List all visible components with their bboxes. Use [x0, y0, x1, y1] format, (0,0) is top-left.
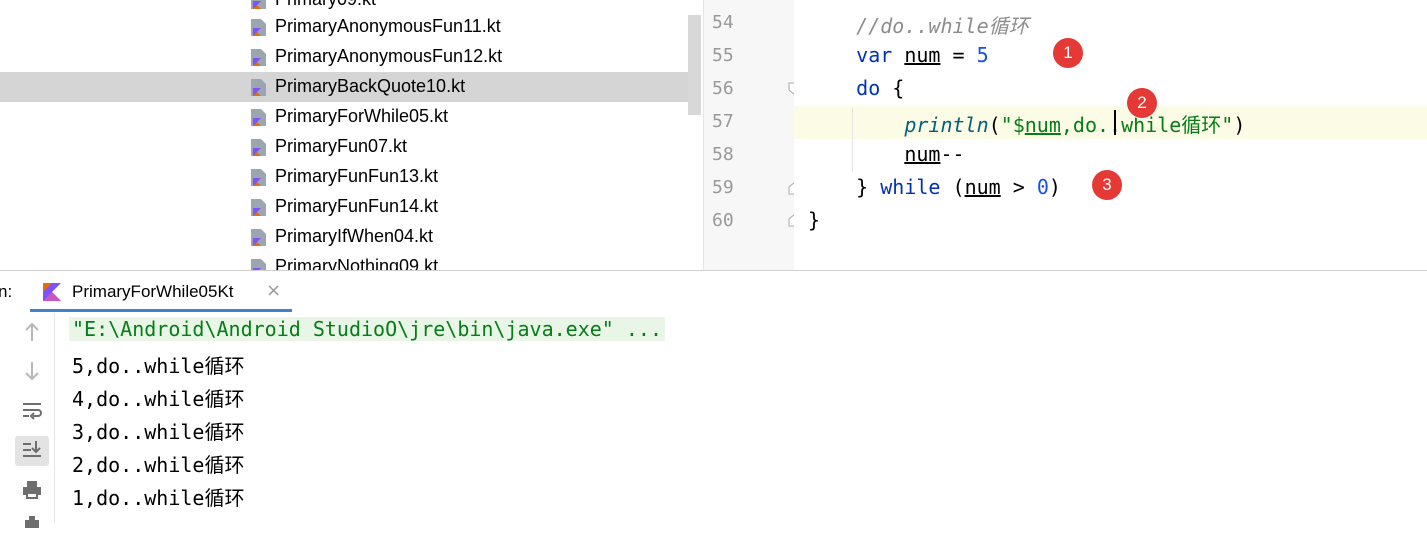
- code-line-56: do {: [808, 76, 904, 100]
- kotlin-file-icon: [251, 139, 266, 156]
- annotation-badge-3: 3: [1092, 170, 1122, 200]
- code-string-template: num: [1024, 113, 1061, 137]
- run-tab-indicator: [30, 309, 292, 312]
- tree-item-label: PrimaryBackQuote10.kt: [275, 76, 466, 96]
- code-line-58: num--: [808, 142, 965, 166]
- line-number-current: 57: [712, 111, 734, 132]
- tree-item-primaryfunfun13[interactable]: PrimaryFunFun13.kt: [0, 162, 688, 192]
- project-tree: Primary09.kt PrimaryAnonymousFun11.kt Pr…: [0, 0, 703, 270]
- tree-item-label: PrimaryFun07.kt: [275, 136, 408, 156]
- run-tab-title: PrimaryForWhile05Kt: [72, 282, 234, 301]
- line-number: 58: [712, 144, 734, 165]
- run-label: n:: [0, 282, 13, 301]
- kotlin-file-icon: [251, 169, 266, 186]
- kotlin-file-icon: [251, 199, 266, 216]
- code-comment: //do..while循环: [856, 14, 1029, 38]
- tree-item-primaryanonymousfun11[interactable]: PrimaryAnonymousFun11.kt: [0, 12, 688, 42]
- code-keyword: var: [856, 43, 893, 67]
- code-brace: {: [880, 76, 905, 100]
- annotation-badge-2: 2: [1127, 88, 1157, 118]
- run-console[interactable]: "E:\Android\Android StudioO\jre\bin\java…: [55, 313, 1427, 523]
- tree-item-label: PrimaryAnonymousFun11.kt: [275, 16, 501, 36]
- text-caret: [1114, 110, 1116, 135]
- code-operator: --: [940, 142, 965, 166]
- code-variable: num: [964, 175, 1001, 199]
- console-output-line: 5,do..while循环: [72, 354, 245, 378]
- code-variable: num: [904, 142, 941, 166]
- annotation-badge-1: 1: [1053, 38, 1083, 68]
- kotlin-file-icon: [251, 19, 266, 36]
- code-string: "$: [1000, 113, 1025, 137]
- console-output-line: 1,do..while循环: [72, 486, 245, 510]
- kotlin-file-icon: [251, 0, 266, 9]
- code-paren: ): [1048, 175, 1061, 199]
- code-operator: >: [1000, 175, 1037, 199]
- tree-item-label: PrimaryIfWhen04.kt: [275, 226, 434, 246]
- tree-scrollbar[interactable]: [688, 15, 701, 115]
- code-paren: (: [988, 113, 1001, 137]
- kotlin-file-icon: [251, 229, 266, 246]
- run-panel-header: n: PrimaryForWhile05Kt ×: [0, 270, 1427, 314]
- editor-gutter: 54 55 56 57 58 59 60: [703, 0, 802, 270]
- code-brace: }: [856, 175, 881, 199]
- tree-item-label: PrimaryForWhile05.kt: [275, 106, 449, 126]
- code-operator: =: [940, 43, 977, 67]
- arrow-down-icon[interactable]: [15, 358, 49, 388]
- code-line-54: //do..while循环: [808, 10, 1029, 39]
- scroll-to-end-icon[interactable]: [15, 436, 49, 466]
- soft-wrap-icon[interactable]: [15, 397, 49, 427]
- tree-item-label: PrimaryAnonymousFun12.kt: [275, 46, 503, 66]
- tree-item-label: Primary09.kt: [275, 0, 376, 10]
- console-output-line: 3,do..while循环: [72, 420, 245, 444]
- tree-item-primaryforwhile05[interactable]: PrimaryForWhile05.kt: [0, 102, 688, 132]
- line-number: 54: [712, 12, 734, 33]
- delete-icon[interactable]: [15, 513, 49, 543]
- print-icon[interactable]: [15, 477, 49, 507]
- code-keyword: do: [856, 76, 881, 100]
- run-tab[interactable]: PrimaryForWhile05Kt ×: [30, 271, 292, 313]
- code-function: println: [904, 113, 989, 137]
- console-output-line: 4,do..while循环: [72, 387, 245, 411]
- tree-item-primaryifwhen04[interactable]: PrimaryIfWhen04.kt: [0, 222, 688, 252]
- code-brace: }: [808, 208, 821, 232]
- tree-item-label: PrimaryNothing09.kt: [275, 256, 439, 270]
- code-line-60: }: [808, 208, 820, 232]
- tree-item-primarybackquote10[interactable]: PrimaryBackQuote10.kt: [0, 72, 688, 102]
- kotlin-file-icon: [251, 79, 266, 96]
- run-toolbar: [0, 313, 55, 528]
- code-keyword: while: [880, 175, 941, 199]
- code-line-55: var num = 5: [808, 43, 989, 67]
- console-command-line: "E:\Android\Android StudioO\jre\bin\java…: [69, 317, 666, 341]
- kotlin-file-icon: [251, 109, 266, 126]
- code-paren: ): [1233, 113, 1246, 137]
- kotlin-file-icon: [251, 259, 266, 270]
- tree-item-label: PrimaryFunFun14.kt: [275, 196, 439, 216]
- line-number: 56: [712, 78, 734, 99]
- arrow-up-icon[interactable]: [15, 319, 49, 349]
- kotlin-file-icon: [251, 49, 266, 66]
- tree-item-primaryfunfun14[interactable]: PrimaryFunFun14.kt: [0, 192, 688, 222]
- code-number: 0: [1036, 175, 1049, 199]
- code-line-59: } while (num > 0): [808, 175, 1061, 199]
- tree-item-primarynothing09[interactable]: PrimaryNothing09.kt: [0, 252, 688, 270]
- code-number: 5: [976, 43, 989, 67]
- console-output-line: 2,do..while循环: [72, 453, 245, 477]
- line-number: 59: [712, 177, 734, 198]
- code-line-57: println("$num,do..while循环"): [808, 109, 1245, 138]
- line-number: 60: [712, 210, 734, 231]
- code-paren: (: [940, 175, 965, 199]
- tree-item-label: PrimaryFunFun13.kt: [275, 166, 439, 186]
- close-icon[interactable]: ×: [266, 280, 281, 301]
- tree-item-primaryanonymousfun12[interactable]: PrimaryAnonymousFun12.kt: [0, 42, 688, 72]
- kotlin-icon: [43, 283, 61, 301]
- line-number: 55: [712, 45, 734, 66]
- code-variable: num: [904, 43, 941, 67]
- tree-item-primaryfun07[interactable]: PrimaryFun07.kt: [0, 132, 688, 162]
